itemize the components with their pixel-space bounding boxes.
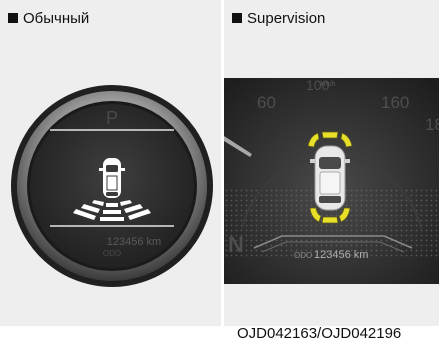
figure-caption: OJD042163/OJD042196 (237, 325, 402, 342)
odometer-reading: 123456 km (314, 249, 368, 261)
speed-mark-160: 160 (381, 93, 409, 112)
gauge-odometer: 123456 km (107, 236, 161, 248)
rear-sensor-segment (100, 217, 124, 221)
supervision-cluster-display: 60 100 160 18 km/h (224, 78, 439, 284)
square-bullet-icon (232, 13, 242, 23)
supervision-panel: Supervision 60 100 160 18 km/h (224, 0, 439, 326)
normal-panel: Обычный P 123456 km ODO (0, 0, 221, 326)
odo-label: ODO (294, 251, 312, 260)
rear-sensor-segment (106, 203, 118, 207)
speed-mark-60: 60 (257, 93, 276, 112)
car-top-view-icon (310, 145, 350, 211)
gauge-gear-indicator: P (106, 108, 118, 128)
rear-sensor-segment (321, 216, 339, 224)
speed-unit-label: km/h (320, 81, 335, 88)
gauge-odo-label: ODO (103, 249, 121, 258)
supervision-panel-label: Supervision (232, 10, 325, 27)
round-gauge: P 123456 km ODO (8, 82, 216, 290)
front-sensor-segment (321, 131, 339, 139)
speed-mark-18: 18 (425, 115, 439, 134)
rear-sensor-segment (103, 210, 121, 214)
square-bullet-icon (8, 13, 18, 23)
gear-indicator: N (228, 232, 244, 257)
normal-panel-label: Обычный (8, 10, 89, 27)
